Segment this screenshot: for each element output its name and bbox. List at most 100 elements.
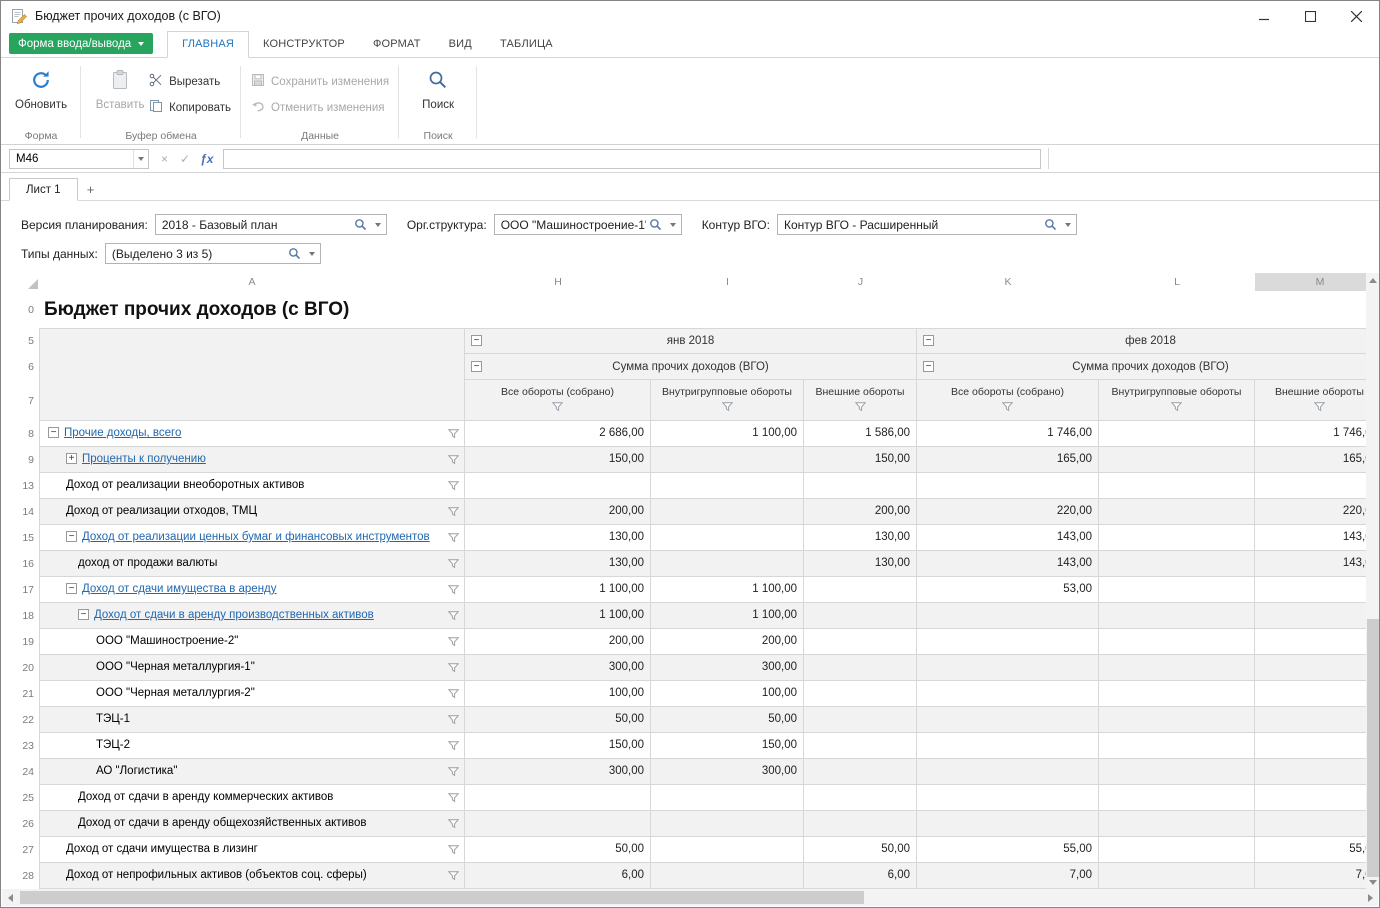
value-cell[interactable] [1099,707,1255,733]
scroll-up-icon[interactable] [1366,273,1380,287]
value-cell[interactable]: 7,00 [917,863,1099,889]
filter-funnel-icon[interactable] [552,402,563,415]
value-cell[interactable] [1099,421,1255,447]
row-label-cell[interactable]: ТЭЦ-2 [39,733,465,759]
filter-field[interactable]: 2018 - Базовый план [155,214,387,235]
column-header-J[interactable]: J [804,273,917,291]
value-cell[interactable]: 300,00 [651,759,804,785]
value-cell[interactable]: 50,00 [651,707,804,733]
filter-funnel-icon[interactable] [448,793,459,803]
value-cell[interactable] [917,759,1099,785]
row-header-15[interactable]: 15 [17,525,39,551]
value-cell[interactable]: 1 100,00 [465,577,651,603]
value-cell[interactable]: 143,00 [917,525,1099,551]
value-cell[interactable]: 1 746,00 [1255,421,1367,447]
value-cell[interactable] [804,577,917,603]
row-header-24[interactable]: 24 [17,759,39,785]
column-header-A[interactable]: A [39,273,465,291]
horizontal-scroll-thumb[interactable] [20,891,864,904]
value-cell[interactable] [1255,629,1367,655]
add-sheet-button[interactable]: + [78,178,104,200]
value-cell[interactable]: 165,00 [917,447,1099,473]
filter-funnel-icon[interactable] [448,767,459,777]
select-all-corner[interactable] [17,273,39,291]
row-header-16[interactable]: 16 [17,551,39,577]
value-cell[interactable]: 100,00 [465,681,651,707]
column-header-L[interactable]: L [1099,273,1255,291]
value-cell[interactable] [917,681,1099,707]
filter-funnel-icon[interactable] [448,715,459,725]
value-cell[interactable]: 53,00 [917,577,1099,603]
filter-funnel-icon[interactable] [448,741,459,751]
ribbon-tab-1[interactable]: КОНСТРУКТОР [249,32,359,57]
scroll-left-icon[interactable] [2,889,18,906]
row-label[interactable]: Доход от реализации ценных бумаг и финан… [82,531,430,543]
filter-funnel-icon[interactable] [722,402,733,415]
expand-icon[interactable]: + [66,453,77,464]
value-cell[interactable] [1099,863,1255,889]
insert-function-icon[interactable]: ƒx [200,152,213,166]
value-cell[interactable] [651,525,804,551]
scroll-right-icon[interactable] [1362,889,1378,906]
minimize-icon[interactable] [1241,1,1287,31]
filter-field[interactable]: ООО "Машиностроение-1" [494,214,682,235]
row-label-cell[interactable]: −Доход от сдачи имущества в аренду [39,577,465,603]
value-cell[interactable] [1099,525,1255,551]
filter-funnel-icon[interactable] [855,402,866,415]
subheader-1[interactable]: −Сумма прочих доходов (ВГО) [917,354,1367,380]
formula-input[interactable] [223,149,1041,169]
value-cell[interactable]: 130,00 [804,525,917,551]
column-caption-1-2[interactable]: Внешние обороты [1255,380,1367,421]
row-header-13[interactable]: 13 [17,473,39,499]
value-cell[interactable]: 143,00 [1255,551,1367,577]
row-label-cell[interactable]: −Доход от реализации ценных бумаг и фина… [39,525,465,551]
sheet-tab[interactable]: Лист 1 [9,178,78,201]
filter-funnel-icon[interactable] [448,507,459,517]
column-header-K[interactable]: K [917,273,1099,291]
row-header-25[interactable]: 25 [17,785,39,811]
value-cell[interactable]: 50,00 [465,707,651,733]
filter-funnel-icon[interactable] [1171,402,1182,415]
filter-funnel-icon[interactable] [448,663,459,673]
value-cell[interactable] [1255,785,1367,811]
chevron-down-icon[interactable] [665,215,681,234]
ribbon-tab-0[interactable]: ГЛАВНАЯ [167,31,249,58]
value-cell[interactable]: 300,00 [465,655,651,681]
filter-funnel-icon[interactable] [448,533,459,543]
value-cell[interactable] [1255,707,1367,733]
ribbon-tab-4[interactable]: ТАБЛИЦА [486,32,567,57]
filter-funnel-icon[interactable] [448,481,459,491]
row-label[interactable]: Доход от сдачи имущества в аренду [82,583,277,595]
value-cell[interactable] [804,811,917,837]
value-cell[interactable] [651,837,804,863]
scroll-down-icon[interactable] [1366,875,1380,889]
chevron-down-icon[interactable] [1060,215,1076,234]
row-label-cell[interactable]: доход от продажи валюты [39,551,465,577]
column-caption-0-0[interactable]: Все обороты (собрано) [465,380,651,421]
value-cell[interactable]: 300,00 [465,759,651,785]
value-cell[interactable] [651,447,804,473]
value-cell[interactable] [917,707,1099,733]
filter-funnel-icon[interactable] [448,559,459,569]
value-cell[interactable] [651,551,804,577]
cell-reference-box[interactable]: M46 [9,149,149,169]
filter-field[interactable]: (Выделено 3 из 5) [105,243,321,264]
value-cell[interactable] [917,655,1099,681]
filter-funnel-icon[interactable] [448,819,459,829]
row-header-23[interactable]: 23 [17,733,39,759]
value-cell[interactable] [917,785,1099,811]
value-cell[interactable]: 150,00 [651,733,804,759]
row-label-cell[interactable]: Доход от сдачи в аренду общехозяйственны… [39,811,465,837]
value-cell[interactable]: 200,00 [651,629,804,655]
value-cell[interactable] [465,811,651,837]
column-caption-0-2[interactable]: Внешние обороты [804,380,917,421]
row-header-19[interactable]: 19 [17,629,39,655]
ribbon-tab-3[interactable]: ВИД [435,32,486,57]
filter-funnel-icon[interactable] [448,611,459,621]
row-label-cell[interactable]: −Доход от сдачи в аренду производственны… [39,603,465,629]
value-cell[interactable]: 7,00 [1255,863,1367,889]
value-cell[interactable]: 130,00 [465,551,651,577]
chevron-down-icon[interactable] [370,215,386,234]
row-header-20[interactable]: 20 [17,655,39,681]
value-cell[interactable]: 150,00 [465,733,651,759]
